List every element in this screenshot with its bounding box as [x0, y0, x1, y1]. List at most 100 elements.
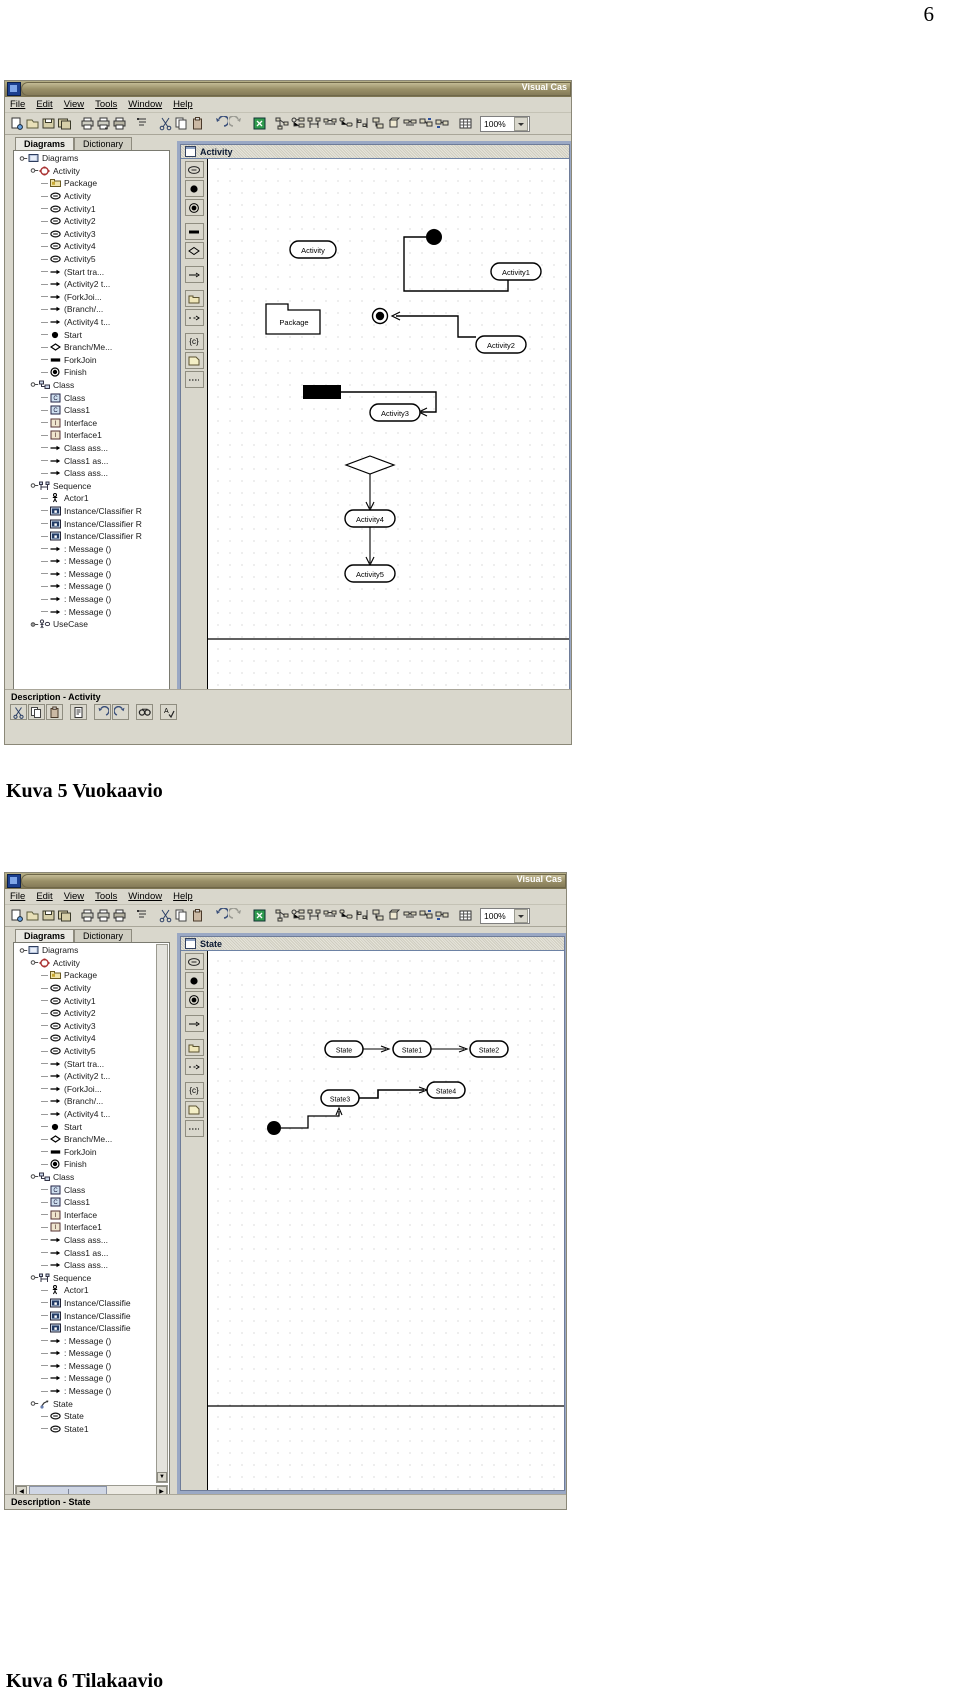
- tree-item[interactable]: (Activity2 t...: [15, 1070, 168, 1083]
- undo-icon[interactable]: [94, 1509, 111, 1510]
- tree-item[interactable]: I Interface: [15, 1208, 168, 1221]
- decision-diamond-icon[interactable]: [184, 242, 204, 259]
- cut-icon[interactable]: [158, 116, 173, 131]
- print-preview-icon[interactable]: [96, 908, 111, 923]
- tree-item[interactable]: Sequence: [15, 1271, 168, 1284]
- tree-item[interactable]: Branch/Me...: [15, 1133, 168, 1146]
- tree-item[interactable]: State: [15, 1397, 168, 1410]
- collaboration-diagram-icon[interactable]: [323, 116, 338, 131]
- start-node-icon[interactable]: [184, 180, 204, 197]
- menu-item-file[interactable]: File: [10, 99, 25, 110]
- properties-icon[interactable]: [135, 116, 150, 131]
- tree-item[interactable]: Activity3: [15, 228, 168, 241]
- print-icon[interactable]: [80, 908, 95, 923]
- object-diagram-icon[interactable]: [403, 116, 418, 131]
- grid-icon[interactable]: [458, 116, 473, 131]
- print-icon[interactable]: [80, 116, 95, 131]
- tree-item[interactable]: State1: [15, 1423, 168, 1436]
- save-all-icon[interactable]: [57, 116, 72, 131]
- model-diagram-icon[interactable]: [435, 908, 450, 923]
- copy-icon[interactable]: [174, 908, 189, 923]
- tree-item[interactable]: Class ass...: [15, 442, 168, 455]
- tree-item[interactable]: Activity1: [15, 202, 168, 215]
- tree-item[interactable]: Actor1: [15, 1284, 168, 1297]
- paste-icon[interactable]: [190, 908, 205, 923]
- tree-item[interactable]: State: [15, 1410, 168, 1423]
- shape-palette[interactable]: {c}: [181, 159, 208, 725]
- anchor-icon[interactable]: [184, 371, 204, 388]
- zoom-combobox[interactable]: 100%: [480, 907, 530, 924]
- tree-item[interactable]: Sequence: [15, 479, 168, 492]
- tree-item[interactable]: C Class1: [15, 1196, 168, 1209]
- tree-tabbar[interactable]: Diagrams Dictionary: [9, 927, 133, 942]
- find-icon[interactable]: [136, 704, 153, 720]
- copy-icon[interactable]: [174, 116, 189, 131]
- tree-item[interactable]: Activity2: [15, 215, 168, 228]
- tree-item[interactable]: Actor1: [15, 492, 168, 505]
- menu-item-view[interactable]: View: [64, 99, 84, 110]
- tree-item[interactable]: ■ Instance/Classifie: [15, 1322, 168, 1335]
- copy-icon[interactable]: [28, 704, 45, 720]
- tree-item[interactable]: UseCase: [15, 618, 168, 631]
- print-setup-icon[interactable]: [112, 908, 127, 923]
- tree-item[interactable]: ■ Instance/Classifier R: [15, 530, 168, 543]
- tab-diagrams[interactable]: Diagrams: [15, 137, 75, 150]
- find-icon[interactable]: [136, 1509, 153, 1510]
- tree-item[interactable]: : Message (): [15, 568, 168, 581]
- fork-bar-icon[interactable]: [184, 223, 204, 240]
- menu-item-view[interactable]: View: [64, 891, 84, 902]
- deployment-diagram-icon[interactable]: [387, 908, 402, 923]
- tree-item[interactable]: Activity4: [15, 240, 168, 253]
- diagram-tab[interactable]: State: [181, 937, 564, 951]
- chevron-down-icon[interactable]: [514, 908, 528, 923]
- tree-expand-handle-closed[interactable]: [30, 620, 39, 629]
- tree-item[interactable]: Diagrams: [15, 944, 168, 957]
- tree-tabbar[interactable]: Diagrams Dictionary: [9, 135, 133, 150]
- undo-icon[interactable]: [213, 116, 228, 131]
- tree-item[interactable]: : Message (): [15, 1334, 168, 1347]
- model-tree[interactable]: Diagrams Activity Package Activity Activity1…: [15, 944, 168, 1483]
- tree-item[interactable]: ■ Instance/Classifie: [15, 1309, 168, 1322]
- tree-item[interactable]: I Interface: [15, 416, 168, 429]
- tree-item[interactable]: ■ Instance/Classifier R: [15, 505, 168, 518]
- menu-item-help[interactable]: Help: [173, 99, 193, 110]
- description-toolbar[interactable]: [5, 1509, 566, 1510]
- final-node-icon[interactable]: [184, 199, 204, 216]
- menu-bar[interactable]: File Edit View Tools Window Help: [5, 889, 566, 905]
- paste-icon[interactable]: [46, 1509, 63, 1510]
- tree-item[interactable]: ■ Instance/Classifie: [15, 1297, 168, 1310]
- tree-item[interactable]: Finish: [15, 366, 168, 379]
- new-document-icon[interactable]: [9, 116, 24, 131]
- model-tree-panel[interactable]: Diagrams Activity Package Activity Activity1…: [13, 150, 170, 734]
- state-oval-icon[interactable]: [184, 953, 204, 970]
- tree-item[interactable]: I Interface1: [15, 429, 168, 442]
- tree-item[interactable]: Activity: [15, 957, 168, 970]
- diagram-tab[interactable]: Activity: [181, 145, 569, 159]
- state-oval-icon[interactable]: [184, 161, 204, 178]
- tree-item[interactable]: (ForkJoi...: [15, 1083, 168, 1096]
- tree-item[interactable]: (Activity4 t...: [15, 316, 168, 329]
- main-toolbar[interactable]: 100%: [5, 113, 571, 135]
- package-diagram-icon[interactable]: [419, 116, 434, 131]
- usecase-diagram-icon[interactable]: [291, 908, 306, 923]
- activity-diagram-icon[interactable]: [355, 116, 370, 131]
- tree-item[interactable]: Activity2: [15, 1007, 168, 1020]
- final-node-icon[interactable]: [184, 991, 204, 1008]
- save-icon[interactable]: [41, 116, 56, 131]
- tab-dictionary[interactable]: Dictionary: [74, 929, 133, 942]
- menu-item-window[interactable]: Window: [128, 891, 162, 902]
- diagram-canvas[interactable]: State State1 State2 State3 State4: [207, 951, 564, 1490]
- tree-item[interactable]: Start: [15, 1120, 168, 1133]
- collaboration-diagram-icon[interactable]: [323, 908, 338, 923]
- tree-item[interactable]: Class1 as...: [15, 1246, 168, 1259]
- tree-expand-handle-open[interactable]: [30, 1172, 39, 1181]
- paste-icon[interactable]: [190, 116, 205, 131]
- tree-item[interactable]: (ForkJoi...: [15, 291, 168, 304]
- package-icon[interactable]: [184, 1039, 204, 1056]
- open-folder-icon[interactable]: [25, 116, 40, 131]
- tree-expand-handle-open[interactable]: [19, 154, 28, 163]
- cut-icon[interactable]: [10, 704, 27, 720]
- tree-item[interactable]: Diagrams: [15, 152, 168, 165]
- tree-item[interactable]: C Class: [15, 391, 168, 404]
- align-icon[interactable]: [70, 704, 87, 720]
